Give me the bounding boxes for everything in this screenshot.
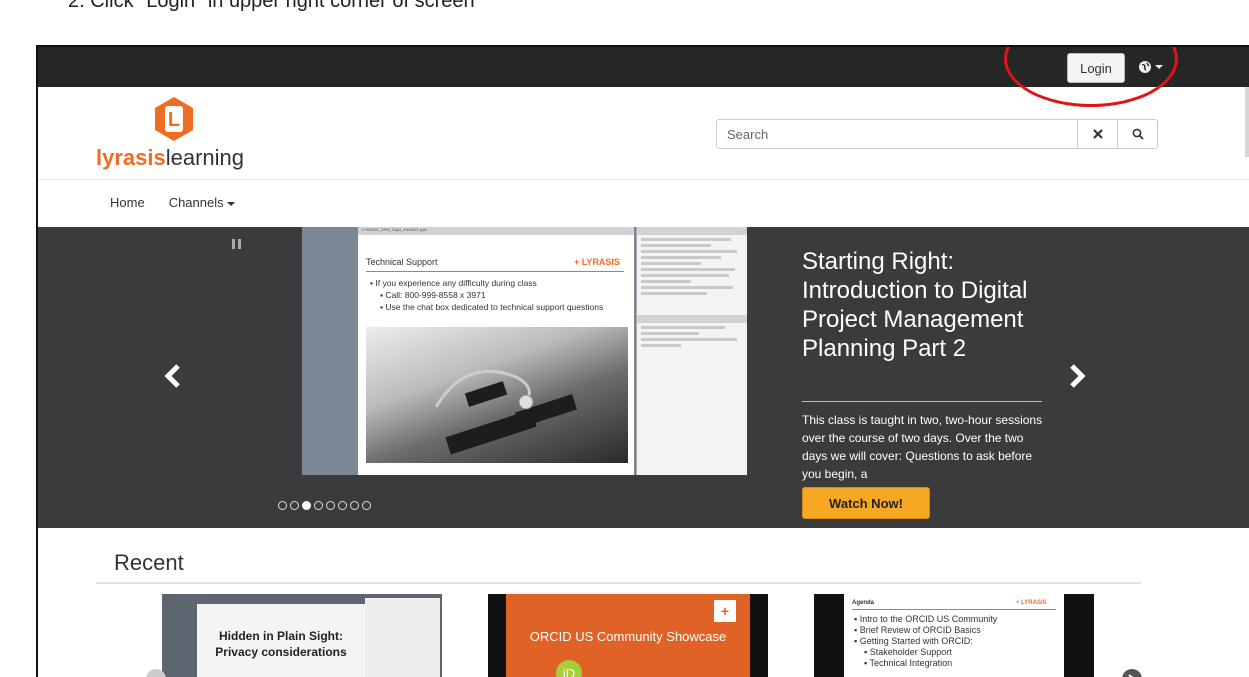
main-nav: Home Channels bbox=[110, 195, 235, 210]
logo-suffix: learning bbox=[165, 145, 245, 170]
slide-bullet: If you experience any difficulty during … bbox=[375, 278, 537, 288]
search-bar bbox=[716, 119, 1158, 149]
carousel-dot[interactable] bbox=[338, 501, 347, 510]
logo-wordmark: lyrasislearning bbox=[96, 145, 244, 171]
carousel-dot[interactable] bbox=[290, 501, 299, 510]
slide-header: LYRASIS_DPM_Day2_Part2of2.pptx bbox=[358, 227, 634, 235]
agenda-item: Stakeholder Support bbox=[869, 647, 952, 657]
nav-channels[interactable]: Channels bbox=[169, 195, 235, 210]
slide-bullet: Call: 800-999-8558 x 3971 bbox=[385, 290, 486, 300]
recent-next-arrow-icon[interactable] bbox=[1122, 669, 1142, 677]
slide-title: Technical Support bbox=[366, 257, 438, 267]
pause-icon[interactable] bbox=[232, 239, 242, 249]
carousel-dot[interactable] bbox=[350, 501, 359, 510]
carousel-dot[interactable] bbox=[314, 501, 323, 510]
slide-heading-rule bbox=[802, 401, 1042, 402]
carousel-dot[interactable] bbox=[326, 501, 335, 510]
search-input[interactable] bbox=[717, 120, 1095, 148]
scrollbar[interactable] bbox=[1245, 87, 1249, 157]
header-divider bbox=[38, 179, 1249, 180]
carousel-dot[interactable] bbox=[302, 501, 311, 510]
chevron-down-icon bbox=[226, 201, 235, 206]
agenda-item: Brief Review of ORCID Basics bbox=[859, 625, 981, 635]
search-submit-button[interactable] bbox=[1117, 120, 1158, 148]
site-logo[interactable]: L lyrasislearning bbox=[96, 95, 256, 175]
search-clear-button[interactable] bbox=[1077, 120, 1118, 148]
slide-thumbnail[interactable]: LYRASIS_DPM_Day2_Part2of2.pptx Technical… bbox=[302, 227, 747, 475]
keyboard-stethoscope-photo bbox=[366, 327, 628, 463]
carousel-next-arrow-icon[interactable] bbox=[1068, 364, 1086, 388]
instruction-caption: 2. Click "Login" in upper right corner o… bbox=[68, 0, 475, 12]
slide-rule bbox=[366, 271, 624, 272]
slide-chat-panel bbox=[636, 227, 747, 475]
lyrasis-hexagon-icon: L bbox=[155, 97, 193, 141]
watch-now-button[interactable]: Watch Now! bbox=[802, 487, 930, 519]
agenda-list: ▪ Intro to the ORCID US Community ▪ Brie… bbox=[854, 614, 998, 668]
recent-item-thumbnail[interactable]: + ORCID US Community Showcase iD bbox=[488, 594, 768, 677]
carousel-dot[interactable] bbox=[362, 501, 371, 510]
recent-divider bbox=[96, 582, 1141, 584]
recent-item-title: ORCID US Community Showcase bbox=[529, 629, 727, 644]
plus-icon: + bbox=[714, 600, 736, 622]
nav-home[interactable]: Home bbox=[110, 195, 145, 210]
nav-channels-label: Channels bbox=[168, 195, 224, 210]
agenda-logo: + LYRASIS bbox=[1016, 600, 1047, 606]
close-icon bbox=[1093, 129, 1103, 139]
featured-carousel: LYRASIS_DPM_Day2_Part2of2.pptx Technical… bbox=[38, 227, 1249, 528]
search-icon bbox=[1132, 128, 1144, 140]
carousel-dot[interactable] bbox=[278, 501, 287, 510]
agenda-item: Getting Started with ORCID: bbox=[859, 636, 973, 646]
slide-presentation: LYRASIS_DPM_Day2_Part2of2.pptx Technical… bbox=[358, 227, 634, 475]
orcid-id-icon: iD bbox=[556, 660, 582, 677]
recent-heading: Recent bbox=[114, 550, 184, 575]
browser-page: Login L lyrasislearning Home Channels bbox=[36, 45, 1249, 677]
carousel-indicators bbox=[278, 501, 371, 510]
logo-brand: lyrasis bbox=[96, 145, 166, 170]
slide-logo: + LYRASIS bbox=[574, 257, 620, 267]
agenda-item: Intro to the ORCID US Community bbox=[859, 614, 998, 624]
recent-item-title: Hidden in Plain Sight: Privacy considera… bbox=[215, 629, 347, 659]
recent-item-thumbnail[interactable]: Agenda + LYRASIS ▪ Intro to the ORCID US… bbox=[814, 594, 1094, 677]
agenda-title: Agenda bbox=[852, 600, 875, 606]
logo-letter: L bbox=[168, 109, 180, 131]
slide-bullet: Use the chat box dedicated to technical … bbox=[385, 302, 604, 312]
slide-bullets: ▪ If you experience any difficulty durin… bbox=[370, 278, 604, 312]
red-annotation-circle bbox=[1004, 47, 1178, 107]
carousel-prev-arrow-icon[interactable] bbox=[164, 364, 182, 388]
slide-heading[interactable]: Starting Right: Introduction to Digital … bbox=[802, 247, 1062, 363]
slide-chat-panel bbox=[365, 598, 440, 677]
slide-description: This class is taught in two, two-hour se… bbox=[802, 413, 1043, 481]
recent-item-thumbnail[interactable]: Hidden in Plain Sight: Privacy considera… bbox=[162, 594, 442, 677]
agenda-item: Technical Integration bbox=[869, 658, 953, 668]
